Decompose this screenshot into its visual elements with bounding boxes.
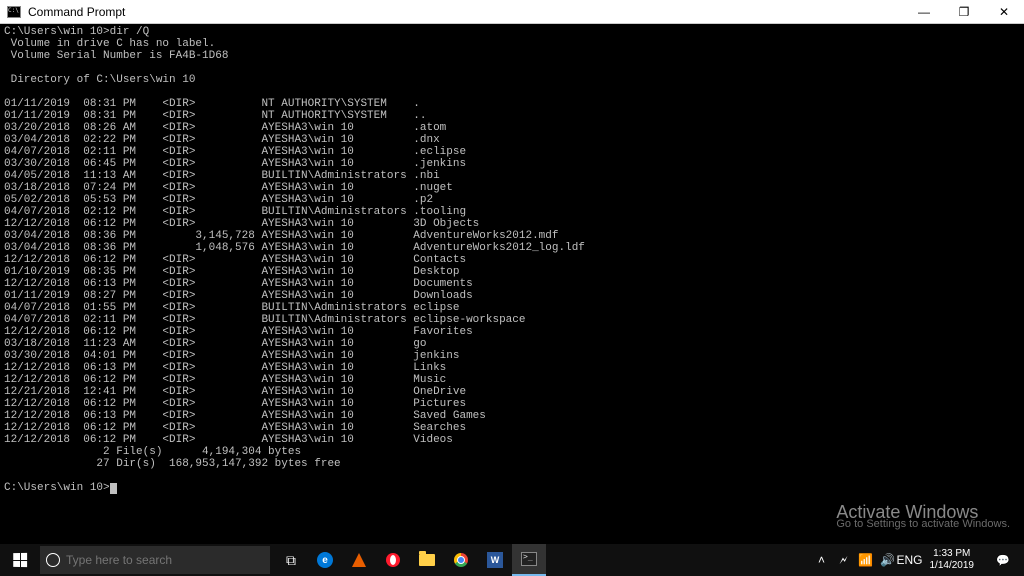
app-icon [6, 4, 22, 20]
taskbar-app-edge[interactable]: e [308, 544, 342, 576]
minimize-button[interactable]: ― [904, 0, 944, 24]
window-controls: ― ❐ ✕ [904, 0, 1024, 24]
window-title: Command Prompt [28, 5, 904, 19]
taskbar-app-cmd[interactable] [512, 544, 546, 576]
maximize-button[interactable]: ❐ [944, 0, 984, 24]
taskbar-app-opera[interactable] [376, 544, 410, 576]
action-center-button[interactable]: 💬 [986, 554, 1020, 567]
tray-volume-icon[interactable]: 🔊 [880, 552, 896, 568]
task-view-button[interactable]: ⧉ [274, 544, 308, 576]
tray-wifi-icon[interactable]: 📶 [858, 552, 874, 568]
start-button[interactable] [0, 544, 40, 576]
cortana-icon[interactable] [40, 553, 66, 567]
tray-clock[interactable]: 1:33 PM 1/14/2019 [924, 548, 981, 572]
system-tray[interactable]: ˄ 🗲 📶 🔊 ENG 1:33 PM 1/14/2019 💬 [810, 548, 1024, 572]
taskbar[interactable]: ⧉ e W ˄ 🗲 📶 🔊 ENG 1:33 PM 1/14/2019 💬 [0, 544, 1024, 576]
taskbar-app-vlc[interactable] [342, 544, 376, 576]
watermark-title: Activate Windows [836, 506, 1010, 518]
tray-chevron-icon[interactable]: ˄ [814, 552, 830, 568]
window: Command Prompt ― ❐ ✕ C:\Users\win 10>dir… [0, 0, 1024, 576]
close-button[interactable]: ✕ [984, 0, 1024, 24]
taskbar-app-explorer[interactable] [410, 544, 444, 576]
tray-power-icon[interactable]: 🗲 [836, 552, 852, 568]
activate-windows-watermark: Activate WindowsGo to Settings to activa… [836, 506, 1010, 530]
terminal-output[interactable]: C:\Users\win 10>dir /Q Volume in drive C… [0, 24, 1024, 544]
taskbar-app-chrome[interactable] [444, 544, 478, 576]
tray-time: 1:33 PM [930, 548, 975, 560]
search-input[interactable] [66, 553, 256, 567]
tray-language[interactable]: ENG [902, 552, 918, 568]
search-box[interactable] [40, 546, 270, 574]
watermark-sub: Go to Settings to activate Windows. [836, 518, 1010, 530]
titlebar[interactable]: Command Prompt ― ❐ ✕ [0, 0, 1024, 24]
tray-date: 1/14/2019 [930, 560, 975, 572]
taskbar-app-word[interactable]: W [478, 544, 512, 576]
